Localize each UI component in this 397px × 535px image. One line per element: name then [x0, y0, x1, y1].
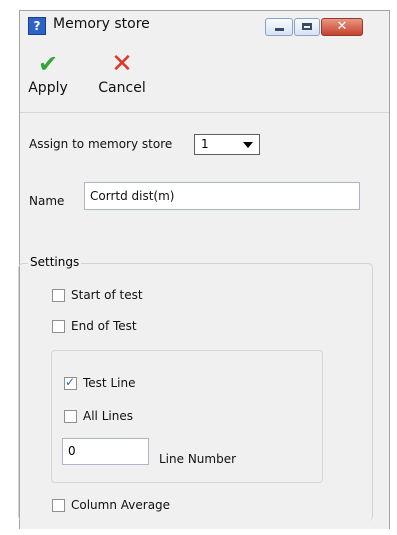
all-lines-checkbox[interactable] [64, 410, 77, 423]
settings-title: Settings [28, 255, 82, 269]
maximize-button[interactable] [294, 18, 320, 36]
x-icon: ✕ [111, 49, 133, 79]
checkmark-icon: ✔ [37, 50, 59, 78]
toolbar: ✔ Apply ✕ Cancel [20, 45, 389, 117]
end-of-test-checkbox[interactable] [52, 320, 65, 333]
name-label: Name [29, 194, 65, 208]
column-average-checkbox[interactable] [52, 499, 65, 512]
minimize-button[interactable] [265, 18, 293, 36]
start-of-test-checkbox[interactable] [52, 289, 65, 302]
all-lines-label: All Lines [83, 409, 133, 423]
column-average-label: Column Average [71, 498, 171, 512]
maximize-icon [302, 23, 312, 30]
app-icon: ? [28, 17, 46, 35]
check-icon: ✓ [65, 375, 76, 389]
title-bar[interactable]: ? Memory store ✕ [20, 11, 389, 41]
cancel-button[interactable]: ✕ Cancel [96, 51, 148, 96]
memory-store-value: 1 [201, 137, 209, 151]
close-button[interactable]: ✕ [321, 18, 363, 36]
memory-store-select[interactable]: 1 [194, 134, 260, 155]
assign-label: Assign to memory store [29, 137, 173, 151]
cancel-label: Cancel [98, 80, 146, 96]
line-number-label: Line Number [159, 452, 237, 466]
name-input[interactable]: Corrtd dist(m) [84, 182, 360, 210]
end-of-test-label: End of Test [71, 319, 137, 333]
apply-button[interactable]: ✔ Apply [26, 51, 70, 96]
chevron-down-icon [243, 142, 253, 148]
close-icon: ✕ [336, 19, 348, 34]
test-line-checkbox[interactable]: ✓ [64, 375, 77, 390]
window-title: Memory store [53, 16, 150, 32]
toolbar-divider [20, 112, 389, 113]
start-of-test-label: Start of test [71, 288, 143, 302]
apply-label: Apply [28, 80, 68, 96]
minimize-icon [275, 28, 284, 31]
test-line-label: Test Line [83, 376, 136, 390]
line-number-input[interactable]: 0 [62, 438, 149, 465]
